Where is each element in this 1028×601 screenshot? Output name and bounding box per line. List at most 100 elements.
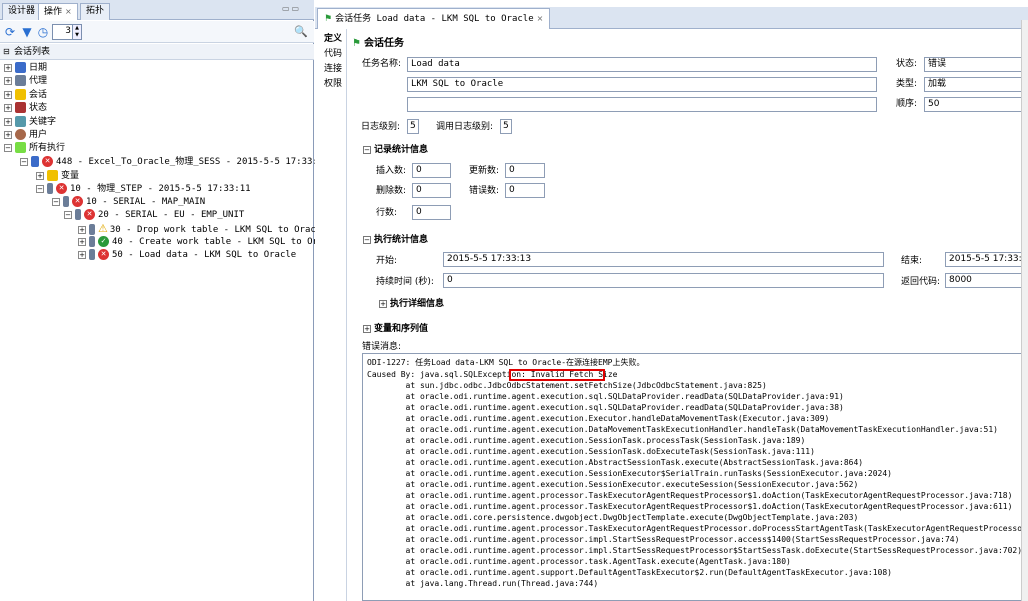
step-icon: [63, 196, 69, 207]
tree-item-session-448[interactable]: − ✕ 448 - Excel_To_Oracle_物理_SESS - 2015-5…: [20, 156, 329, 169]
log-level-field[interactable]: 5: [407, 119, 419, 134]
vertical-scrollbar[interactable]: [1021, 20, 1028, 601]
tree-item-task-50[interactable]: + ✕ 50 - Load data - LKM SQL to Oracle: [78, 249, 296, 262]
tree-item-emp-unit[interactable]: − ✕ 20 - SERIAL - EU - EMP_UNIT: [64, 209, 244, 222]
error-line: at oracle.odi.runtime.agent.processor.Ta…: [367, 491, 1013, 500]
collapse-icon[interactable]: −: [36, 184, 44, 193]
duration-field[interactable]: 0: [443, 273, 884, 288]
tree-item-keyword[interactable]: + 关键字: [4, 116, 56, 129]
search-icon[interactable]: 🔍: [294, 25, 308, 38]
tree-label: 变量: [61, 171, 80, 181]
end-field[interactable]: 2015-5-5 17:33:13: [945, 252, 1028, 267]
variables-header[interactable]: + 变量和序列值: [363, 322, 428, 336]
task-detail-content: ⚑ 会话任务 任务名称: Load data LKM SQL to Oracle …: [348, 29, 1028, 601]
insert-label: 插入数:: [376, 166, 407, 176]
collapse-icon[interactable]: −: [64, 210, 72, 219]
expand-icon[interactable]: +: [4, 117, 12, 126]
tree-item-agent[interactable]: + 代理: [4, 75, 47, 88]
expand-icon[interactable]: +: [36, 171, 44, 180]
tree-item-status[interactable]: + 状态: [4, 102, 47, 115]
spinner-arrows-icon[interactable]: ▲ ▼: [72, 25, 81, 39]
filter-icon[interactable]: ▼: [20, 25, 34, 39]
insert-field[interactable]: 0: [412, 163, 451, 178]
call-log-level-field[interactable]: 5: [500, 119, 512, 134]
expand-icon[interactable]: +: [4, 76, 12, 85]
expand-icon[interactable]: +: [78, 250, 86, 259]
expand-icon[interactable]: +: [78, 237, 86, 246]
tree-label: 448 - Excel_To_Oracle_物理_SESS - 2015-5-5…: [56, 157, 329, 167]
error-icon: ✕: [56, 183, 67, 194]
tree-item-step-10[interactable]: − ✕ 10 - 物理_STEP - 2015-5-5 17:33:11: [36, 183, 251, 196]
collapse-icon[interactable]: ⊟: [3, 44, 10, 60]
expand-icon[interactable]: +: [4, 63, 12, 72]
error-count-field[interactable]: 0: [505, 183, 545, 198]
step-icon: [47, 183, 53, 194]
task-name-field-3[interactable]: [407, 97, 877, 112]
task-name-field[interactable]: Load data: [407, 57, 877, 72]
tree-label: 10 - 物理_STEP - 2015-5-5 17:33:11: [70, 184, 251, 194]
tree-item-task-40[interactable]: + ✓ 40 - Create work table - LKM SQL to Or…: [78, 236, 340, 249]
session-list-header[interactable]: ⊟ 会话列表: [0, 44, 314, 60]
refresh-icon[interactable]: ⟳: [3, 25, 17, 39]
expand-icon[interactable]: +: [4, 103, 12, 112]
task-name-field-2[interactable]: LKM SQL to Oracle: [407, 77, 877, 92]
session-doc-icon: [31, 156, 39, 167]
start-field[interactable]: 2015-5-5 17:33:13: [443, 252, 884, 267]
tab-operator[interactable]: 操作 ×: [38, 3, 78, 20]
tree-item-serial-map-main[interactable]: − ✕ 10 - SERIAL - MAP_MAIN: [52, 196, 205, 209]
error-icon: ✕: [84, 209, 95, 220]
error-icon: ✕: [98, 249, 109, 260]
record-stats-header[interactable]: − 记录统计信息: [363, 143, 428, 157]
close-icon[interactable]: ×: [65, 7, 72, 16]
tree-item-task-30[interactable]: + ⚠ 30 - Drop work table - LKM SQL to Orac…: [78, 222, 327, 235]
session-task-icon: ⚑: [352, 38, 361, 49]
expand-icon[interactable]: +: [4, 130, 12, 139]
nav-definition[interactable]: 定义: [324, 31, 342, 44]
type-field[interactable]: 加载: [924, 77, 1028, 92]
close-icon[interactable]: ×: [537, 14, 544, 23]
expand-icon[interactable]: +: [4, 90, 12, 99]
error-message-area[interactable]: ODI-1227: 任务Load data-LKM SQL to Oracle-…: [362, 353, 1028, 601]
start-label: 开始:: [376, 256, 398, 266]
expand-icon[interactable]: +: [78, 225, 86, 234]
nav-connection[interactable]: 连接: [324, 61, 342, 74]
auto-refresh-icon[interactable]: ◷: [36, 25, 50, 39]
editor-tab[interactable]: ⚑ 会话任务 Load data - LKM SQL to Oracle ×: [317, 8, 551, 29]
order-field[interactable]: 50: [924, 97, 1028, 112]
refresh-interval-stepper[interactable]: 3 ▲ ▼: [52, 24, 82, 40]
tree-item-session[interactable]: + 会话: [4, 89, 47, 102]
section-title: 会话列表: [14, 47, 51, 57]
error-line: at oracle.odi.runtime.agent.execution.Se…: [367, 469, 892, 478]
success-icon: ✓: [98, 236, 109, 247]
collapse-icon[interactable]: −: [363, 235, 371, 244]
exec-stats-header[interactable]: − 执行统计信息: [363, 233, 428, 247]
collapse-icon[interactable]: −: [52, 197, 60, 206]
expand-icon[interactable]: +: [363, 324, 371, 333]
error-icon: ✕: [72, 196, 83, 207]
collapse-icon[interactable]: −: [363, 145, 371, 154]
tree-item-all-executions[interactable]: − 所有执行: [4, 142, 65, 155]
tree-item-date[interactable]: + 日期: [4, 62, 47, 75]
window-buttons[interactable]: ▭▭: [282, 4, 310, 14]
collapse-icon[interactable]: −: [20, 157, 28, 166]
tree-label: 代理: [29, 76, 48, 86]
delete-field[interactable]: 0: [412, 183, 451, 198]
tab-topology[interactable]: 拓扑: [80, 3, 111, 20]
expand-icon[interactable]: +: [379, 299, 387, 308]
tree-item-variables[interactable]: + 变量: [36, 170, 79, 183]
end-label: 结束:: [901, 256, 923, 266]
nav-privileges[interactable]: 权限: [324, 76, 342, 89]
tree-label: 所有执行: [29, 143, 66, 153]
collapse-icon[interactable]: −: [4, 143, 12, 152]
update-field[interactable]: 0: [505, 163, 545, 178]
exec-details-header[interactable]: + 执行详细信息: [379, 297, 444, 311]
return-code-field[interactable]: 8000: [945, 273, 1028, 288]
error-line: at oracle.odi.runtime.agent.processor.im…: [367, 546, 1023, 555]
tab-designer[interactable]: 设计器: [2, 3, 42, 20]
rows-field[interactable]: 0: [412, 205, 451, 220]
calendar-icon: [15, 62, 26, 73]
editor-panel: ⚑ 会话任务 Load data - LKM SQL to Oracle × 定义 …: [315, 0, 1028, 601]
tree-item-user[interactable]: + 用户: [4, 129, 47, 142]
nav-code[interactable]: 代码: [324, 46, 342, 59]
status-field[interactable]: 错误: [924, 57, 1028, 72]
